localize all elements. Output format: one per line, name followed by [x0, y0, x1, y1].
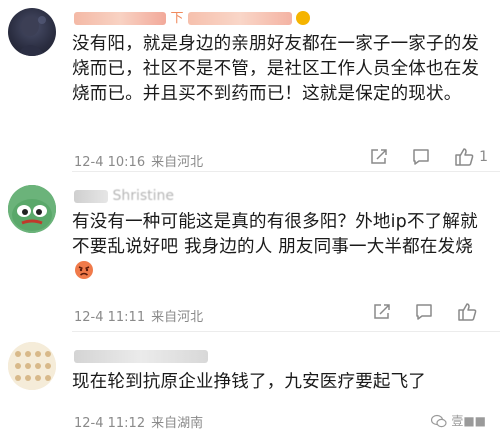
like-count: 1	[479, 149, 488, 165]
comment-item: Shristine 有没有一种可能这是真的有很多阳？外地ip不了解就不要乱说好吧…	[0, 172, 500, 332]
comment-text: 没有阳，就是身边的亲朋好友都在一家子一家子的发烧而已，社区不是不管，是社区工作人…	[72, 34, 480, 104]
thumbs-up-icon	[458, 303, 477, 321]
share-icon	[374, 304, 390, 319]
like-button[interactable]	[456, 301, 478, 323]
avatar-image	[16, 16, 46, 56]
vip-badge-icon	[296, 11, 311, 25]
comment-time: 12-4 11:12	[74, 416, 146, 431]
thumbs-up-icon	[455, 148, 474, 166]
comment-text: 现在轮到抗原企业挣钱了，九安医疗要起飞了	[72, 372, 426, 392]
comment-icon	[416, 304, 432, 320]
watermark-text: 壹■■	[451, 414, 486, 428]
comment-item: 下 没有阳，就是身边的亲朋好友都在一家子一家子的发烧而已，社区不是不管，是社区工…	[0, 0, 500, 172]
avatar[interactable]	[8, 342, 56, 390]
wechat-icon	[431, 414, 447, 427]
avatar[interactable]	[8, 185, 56, 233]
comment-source: 来自湖南	[151, 416, 204, 431]
comment-meta: 12-4 11:12 来自湖南	[74, 412, 203, 431]
author-name-blurred	[74, 11, 166, 25]
share-icon	[371, 149, 387, 164]
share-button[interactable]	[369, 147, 389, 167]
comment-text: 有没有一种可能这是真的有很多阳？外地ip不了解就不要乱说好吧 我身边的人 朋友同…	[72, 210, 484, 285]
comment-button[interactable]	[411, 147, 431, 167]
comment-time: 12-4 11:11	[74, 310, 146, 325]
comment-meta: 12-4 10:16 来自河北	[74, 151, 203, 170]
author-name[interactable]: 下	[74, 9, 311, 28]
comment-source: 来自河北	[151, 155, 204, 170]
like-button[interactable]: 1	[453, 146, 488, 168]
comment-icon	[413, 149, 429, 165]
avatar[interactable]	[8, 8, 56, 56]
avatar-image	[8, 185, 56, 233]
watermark: 壹■■	[431, 412, 486, 429]
angry-emoji-icon	[74, 260, 94, 280]
avatar-image	[8, 342, 56, 390]
author-name[interactable]	[74, 347, 208, 365]
share-button[interactable]	[372, 302, 392, 322]
comment-time: 12-4 10:16	[74, 155, 146, 170]
comment-meta: 12-4 11:11 来自河北	[74, 306, 203, 325]
comment-button[interactable]	[414, 302, 434, 322]
author-name-blurred	[187, 11, 292, 25]
comment-source: 来自河北	[151, 310, 204, 325]
comment-item: 现在轮到抗原企业挣钱了，九安医疗要起飞了 12-4 11:12 来自湖南	[0, 332, 500, 437]
author-name[interactable]: Shristine	[74, 187, 174, 205]
author-name-blurred	[74, 189, 108, 203]
author-name-blurred	[74, 349, 208, 363]
